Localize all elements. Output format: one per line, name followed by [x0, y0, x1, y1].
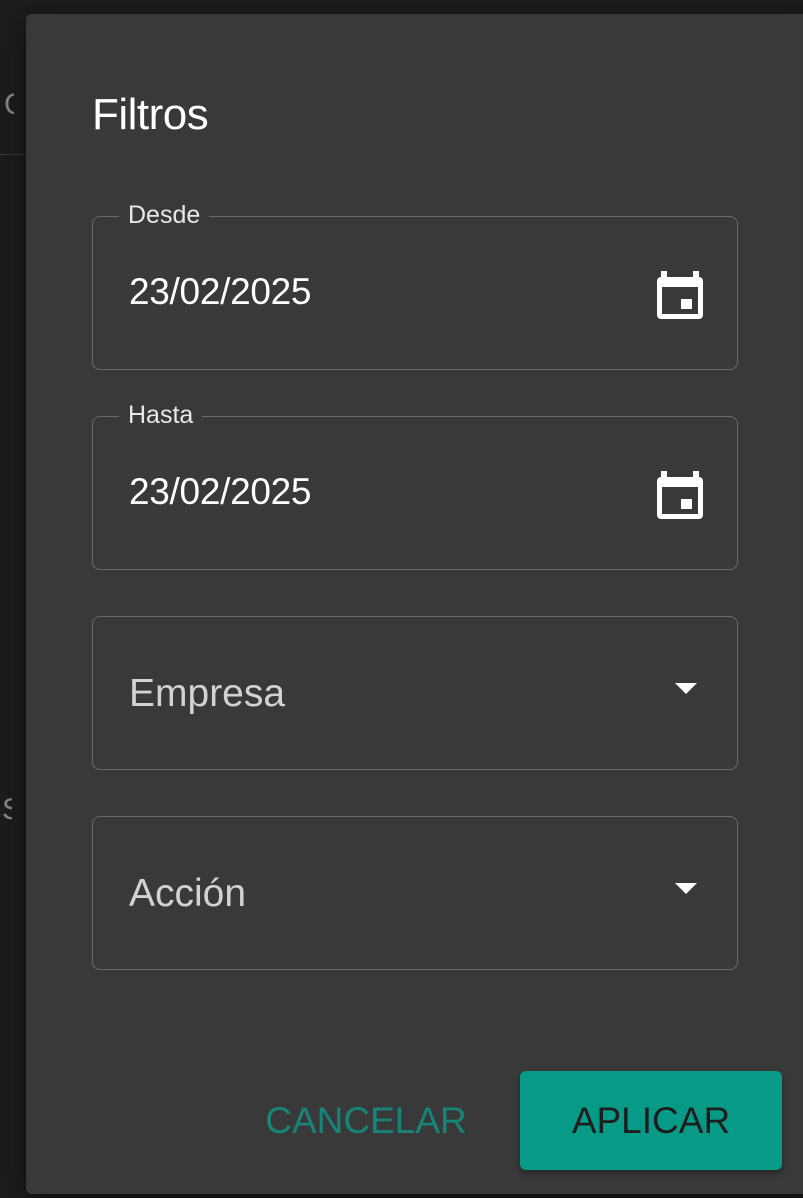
- background-text-fragment: S: [2, 790, 12, 830]
- apply-button[interactable]: APLICAR: [520, 1071, 782, 1170]
- calendar-icon[interactable]: [653, 265, 707, 321]
- dropdown-arrow-icon[interactable]: [675, 883, 697, 894]
- hasta-value[interactable]: 23/02/2025: [129, 469, 311, 515]
- desde-label: Desde: [119, 200, 210, 230]
- desde-value[interactable]: 23/02/2025: [129, 269, 311, 315]
- dialog-title: Filtros: [92, 90, 209, 139]
- hasta-date-field[interactable]: Hasta 23/02/2025: [92, 400, 738, 570]
- background-text-fragment: C: [4, 85, 14, 125]
- dropdown-arrow-icon[interactable]: [675, 683, 697, 694]
- accion-placeholder: Acción: [129, 872, 247, 915]
- empresa-select[interactable]: Empresa: [92, 616, 738, 770]
- filters-dialog: Filtros Desde 23/02/2025 Hasta 23/02/202…: [26, 14, 803, 1194]
- hasta-label: Hasta: [119, 400, 203, 430]
- background-divider: [0, 154, 26, 155]
- empresa-placeholder: Empresa: [129, 672, 286, 715]
- desde-date-field[interactable]: Desde 23/02/2025: [92, 200, 738, 370]
- cancel-button[interactable]: CANCELAR: [246, 1086, 486, 1156]
- accion-select[interactable]: Acción: [92, 816, 738, 970]
- calendar-icon[interactable]: [653, 465, 707, 521]
